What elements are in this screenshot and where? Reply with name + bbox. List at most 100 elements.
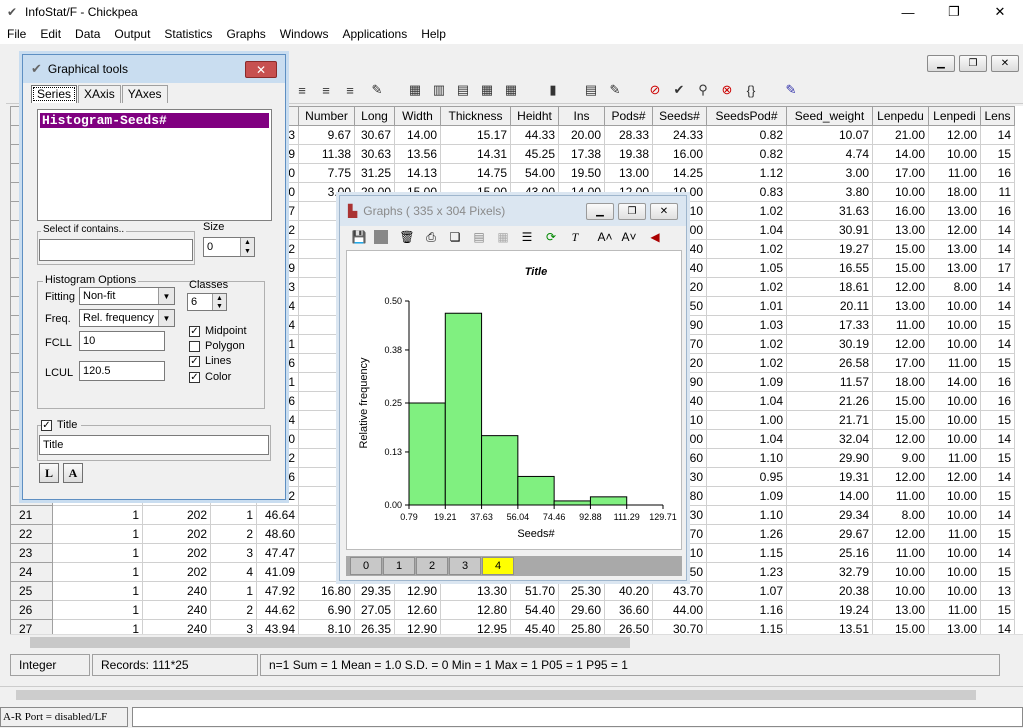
table-cell[interactable]: 3 — [210, 619, 257, 634]
menu-item-applications[interactable]: Applications — [335, 27, 414, 41]
table-cell[interactable]: 1.09 — [706, 486, 787, 506]
table-cell[interactable]: 30.63 — [354, 144, 395, 164]
table-cell[interactable]: 1.00 — [706, 410, 787, 430]
column-header[interactable]: Lenpedu — [872, 106, 929, 126]
table-cell[interactable]: 1.02 — [706, 277, 787, 297]
table-cell[interactable]: 11.00 — [872, 486, 929, 506]
table-cell[interactable]: 240 — [142, 600, 211, 620]
series-item-histogram[interactable]: Histogram-Seeds# — [40, 113, 269, 128]
braces-icon[interactable]: {} — [742, 81, 760, 99]
table-icon[interactable]: ▦ — [478, 81, 496, 99]
table-cell[interactable]: 47.92 — [256, 581, 299, 601]
table-cell[interactable]: 7.75 — [298, 163, 355, 183]
table-cell[interactable]: 28.33 — [604, 125, 653, 145]
table-cell[interactable]: 1 — [52, 524, 143, 544]
table-cell[interactable]: 14 — [980, 334, 1015, 354]
table-cell[interactable]: 12.90 — [394, 581, 441, 601]
table-cell[interactable]: 0.82 — [706, 144, 787, 164]
table-cell[interactable]: 19.38 — [604, 144, 653, 164]
table-cell[interactable]: 10.07 — [786, 125, 873, 145]
table-cell[interactable]: 1.04 — [706, 220, 787, 240]
column-header[interactable]: Lenpedi — [928, 106, 981, 126]
table-cell[interactable]: 12.00 — [872, 524, 929, 544]
table-cell[interactable]: 10.00 — [928, 486, 981, 506]
font-increase-icon[interactable]: A˄ — [596, 229, 614, 245]
table-cell[interactable]: 10.00 — [928, 296, 981, 316]
table-cell[interactable]: 8.00 — [872, 505, 929, 525]
main-horizontal-scrollbar[interactable] — [0, 686, 1023, 702]
close-button[interactable]: ✕ — [977, 0, 1023, 24]
table-cell[interactable]: 18.00 — [872, 372, 929, 392]
table-cell[interactable]: 20.11 — [786, 296, 873, 316]
table-cell[interactable]: 10.00 — [872, 182, 929, 202]
clear-icon[interactable]: ⊗ — [718, 81, 736, 99]
table-cell[interactable]: 18.61 — [786, 277, 873, 297]
search-icon[interactable]: ⚲ — [694, 81, 712, 99]
grid-horizontal-scrollbar[interactable] — [10, 634, 1023, 650]
table-cell[interactable]: 12.60 — [394, 600, 441, 620]
table-cell[interactable]: 43.94 — [256, 619, 299, 634]
table-cell[interactable]: 10.00 — [928, 581, 981, 601]
grid-icon[interactable]: ▦ — [494, 229, 512, 245]
align-right-icon[interactable]: ≡ — [341, 81, 359, 99]
table-cell[interactable]: 45.40 — [510, 619, 559, 634]
table-cell[interactable]: 1.03 — [706, 315, 787, 335]
table-cell[interactable]: 13.00 — [928, 239, 981, 259]
minimize-button[interactable]: — — [885, 0, 931, 24]
table-cell[interactable]: 1 — [210, 505, 257, 525]
table-cell[interactable]: 0.82 — [706, 125, 787, 145]
table-cell[interactable]: 202 — [142, 562, 211, 582]
table-cell[interactable]: 15.00 — [872, 239, 929, 259]
table-cell[interactable]: 11 — [980, 182, 1015, 202]
column-header[interactable]: Lens — [980, 106, 1015, 126]
freq-select[interactable]: Rel. frequency ▼ — [79, 309, 175, 327]
table-cell[interactable]: 14 — [980, 505, 1015, 525]
table-cell[interactable]: 15.00 — [872, 619, 929, 634]
table-cell[interactable]: 10.00 — [872, 581, 929, 601]
table-cell[interactable]: 11.57 — [786, 372, 873, 392]
table-cell[interactable]: 10.00 — [928, 391, 981, 411]
table-cell[interactable]: 43.70 — [652, 581, 707, 601]
menu-item-statistics[interactable]: Statistics — [157, 27, 219, 41]
table-cell[interactable]: 54.40 — [510, 600, 559, 620]
font-decrease-icon[interactable]: A˅ — [620, 229, 638, 245]
table-cell[interactable]: 13.00 — [872, 220, 929, 240]
table-cell[interactable]: 41.09 — [256, 562, 299, 582]
table-cell[interactable]: 21.00 — [872, 125, 929, 145]
table-cell[interactable]: 11.00 — [928, 448, 981, 468]
table-cell[interactable]: 12.00 — [872, 334, 929, 354]
row-header[interactable]: 26 — [10, 600, 53, 620]
export-icon[interactable]: ◀ — [646, 229, 664, 245]
pencil-icon[interactable]: ✎ — [606, 81, 624, 99]
table-cell[interactable]: 20.00 — [558, 125, 605, 145]
size-stepper[interactable]: 0 ▲ ▼ — [203, 237, 255, 257]
column-header[interactable]: Heidht — [510, 106, 559, 126]
table-cell[interactable]: 202 — [142, 524, 211, 544]
insert-row-icon[interactable]: ▦ — [406, 81, 424, 99]
table-cell[interactable]: 13.51 — [786, 619, 873, 634]
plot-area[interactable]: 0.00 0.13 0.25 0.38 0.50 0.79 19.21 37.63 56.04 7… — [346, 250, 682, 550]
table-cell[interactable]: 20.38 — [786, 581, 873, 601]
table-cell[interactable]: 12.00 — [872, 467, 929, 487]
table-cell[interactable]: 15.17 — [440, 125, 511, 145]
table-cell[interactable]: 4.74 — [786, 144, 873, 164]
copy-icon[interactable]: ❏ — [446, 229, 464, 245]
table-cell[interactable]: 51.70 — [510, 581, 559, 601]
table-cell[interactable]: 15 — [980, 524, 1015, 544]
table-cell[interactable]: 19.27 — [786, 239, 873, 259]
table-cell[interactable]: 19.24 — [786, 600, 873, 620]
table-cell[interactable]: 29.35 — [354, 581, 395, 601]
table-cell[interactable]: 10.00 — [928, 315, 981, 335]
align-center-icon[interactable]: ≡ — [317, 81, 335, 99]
column-header[interactable]: Seed_weight — [786, 106, 873, 126]
menu-item-help[interactable]: Help — [414, 27, 453, 41]
table-cell[interactable]: 1.01 — [706, 296, 787, 316]
table-cell[interactable]: 3.80 — [786, 182, 873, 202]
lines-checkbox[interactable]: ✓ Lines — [189, 355, 231, 367]
table-cell[interactable]: 1.23 — [706, 562, 787, 582]
table-cell[interactable]: 15.00 — [872, 391, 929, 411]
table-cell[interactable]: 31.63 — [786, 201, 873, 221]
table-cell[interactable]: 1 — [52, 562, 143, 582]
row-header[interactable]: 21 — [10, 505, 53, 525]
menu-item-file[interactable]: File — [0, 27, 33, 41]
